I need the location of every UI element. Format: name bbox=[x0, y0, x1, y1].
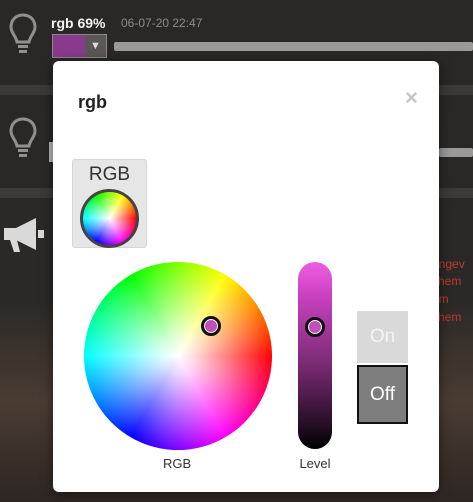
lightbulb-icon bbox=[9, 117, 37, 157]
level-slider[interactable] bbox=[298, 262, 332, 449]
dialog-title: rgb bbox=[78, 92, 107, 112]
color-wheel-label: RGB bbox=[163, 456, 192, 471]
dimmer-slider[interactable] bbox=[114, 42, 473, 51]
device-name: rgb 69% bbox=[51, 15, 106, 31]
level-slider-handle[interactable] bbox=[305, 317, 325, 337]
device-timestamp: 06-07-20 22:47 bbox=[121, 16, 203, 30]
color-swatch bbox=[53, 35, 85, 57]
level-label: Level bbox=[299, 456, 331, 471]
color-wheel-icon bbox=[80, 189, 139, 248]
rgb-mode-label: RGB bbox=[88, 164, 131, 185]
rgb-mode-button[interactable]: RGB bbox=[72, 159, 147, 248]
close-button[interactable]: × bbox=[405, 87, 418, 109]
on-button[interactable]: On bbox=[357, 311, 408, 363]
megaphone-icon bbox=[4, 218, 44, 252]
color-swatch-button[interactable]: ▼ bbox=[52, 34, 107, 58]
dimmer-slider[interactable] bbox=[439, 148, 473, 157]
color-wheel[interactable] bbox=[84, 262, 272, 450]
chevron-down-icon: ▼ bbox=[85, 35, 106, 57]
color-picker-dialog: rgb × RGB RGB Level On Off bbox=[53, 61, 439, 492]
off-button[interactable]: Off bbox=[357, 365, 408, 424]
lightbulb-icon bbox=[9, 13, 37, 53]
color-wheel-handle[interactable] bbox=[201, 316, 221, 336]
